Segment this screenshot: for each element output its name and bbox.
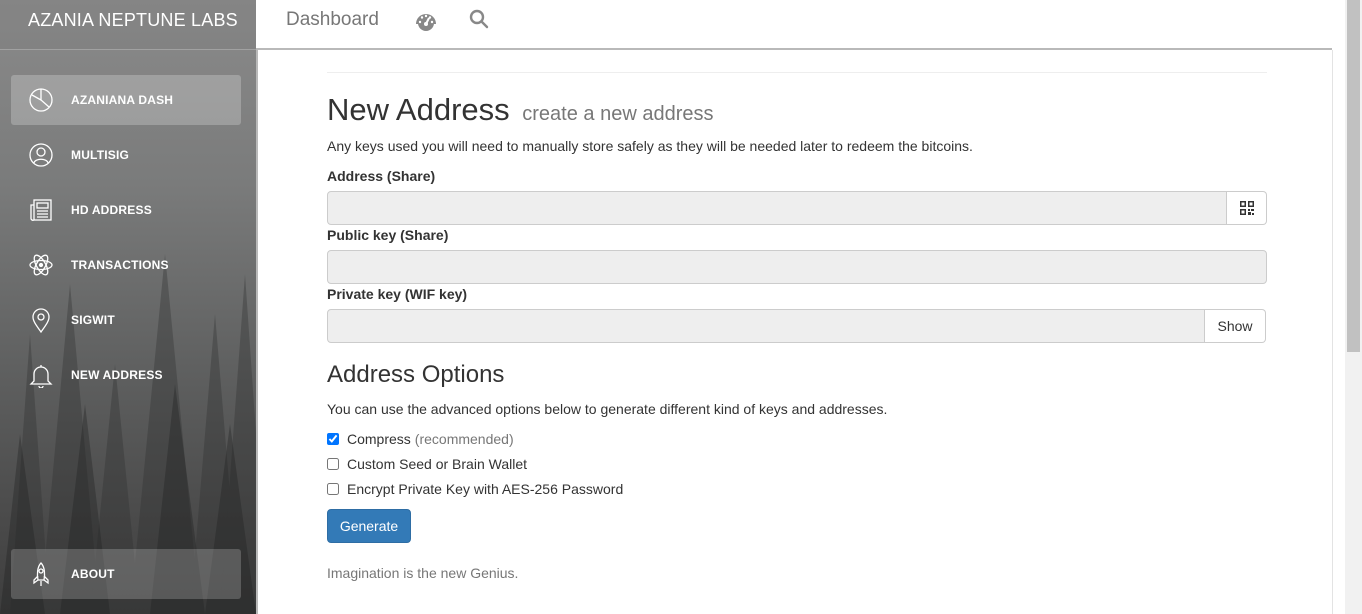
sidebar-item-about[interactable]: ABOUT — [11, 549, 241, 599]
sidebar-item-transactions[interactable]: TRANSACTIONS — [11, 240, 241, 290]
sidebar-item-hd-address[interactable]: HD ADDRESS — [11, 185, 241, 235]
qr-code-button[interactable] — [1227, 191, 1267, 225]
show-private-key-button[interactable]: Show — [1205, 309, 1266, 343]
compress-label: Compress — [347, 431, 411, 447]
private-key-field[interactable] — [327, 309, 1205, 343]
address-input-group — [327, 191, 1267, 225]
custom-seed-option[interactable]: Custom Seed or Brain Wallet — [327, 456, 527, 472]
public-key-input-group — [327, 250, 1267, 284]
compress-note: (recommended) — [414, 431, 514, 447]
custom-seed-label: Custom Seed or Brain Wallet — [347, 456, 527, 472]
main-content: New Address create a new address Any key… — [256, 50, 1332, 614]
qr-code-icon — [1239, 201, 1254, 215]
divider — [327, 72, 1267, 73]
public-key-label: Public key (Share) — [327, 227, 449, 243]
newspaper-icon — [28, 197, 54, 223]
custom-seed-checkbox[interactable] — [327, 458, 339, 470]
address-options-heading: Address Options — [327, 361, 505, 388]
compress-option[interactable]: Compress (recommended) — [327, 431, 514, 447]
sidebar: AZANIA NEPTUNE LABS AZANIANA DASH MULTIS… — [0, 0, 256, 614]
atom-icon — [28, 252, 54, 278]
sidebar-item-label: AZANIANA DASH — [71, 93, 174, 107]
sidebar-item-azaniana-dash[interactable]: AZANIANA DASH — [11, 75, 241, 125]
sidebar-item-label: ABOUT — [71, 567, 115, 581]
encrypt-option[interactable]: Encrypt Private Key with AES-256 Passwor… — [327, 481, 623, 497]
sidebar-item-new-address[interactable]: NEW ADDRESS — [11, 350, 241, 400]
page-title[interactable]: Dashboard — [286, 9, 379, 31]
sidebar-item-label: NEW ADDRESS — [71, 368, 163, 382]
address-label: Address (Share) — [327, 168, 436, 184]
brand-title[interactable]: AZANIA NEPTUNE LABS — [0, 0, 256, 50]
map-pin-icon — [28, 307, 54, 333]
footer-note: Imagination is the new Genius. — [327, 565, 519, 581]
page-subheading: create a new address — [522, 103, 714, 125]
page-heading-text: New Address — [327, 92, 510, 127]
sidebar-nav: AZANIANA DASH MULTISIG HD ADDRESS TRANSA… — [11, 75, 241, 405]
sidebar-item-label: HD ADDRESS — [71, 203, 152, 217]
compress-checkbox[interactable] — [327, 433, 339, 445]
dashboard-gauge-icon[interactable] — [415, 9, 437, 31]
top-navbar: Dashboard — [256, 0, 1332, 50]
scrollbar-thumb[interactable] — [1347, 0, 1360, 352]
bell-icon — [28, 362, 54, 388]
sidebar-item-label: SIGWIT — [71, 313, 115, 327]
encrypt-label: Encrypt Private Key with AES-256 Passwor… — [347, 481, 624, 497]
pie-chart-icon — [28, 87, 54, 113]
sidebar-item-multisig[interactable]: MULTISIG — [11, 130, 241, 180]
public-key-field[interactable] — [327, 250, 1267, 284]
search-icon[interactable] — [469, 9, 489, 29]
encrypt-checkbox[interactable] — [327, 483, 339, 495]
content-panel-edge — [1332, 50, 1345, 614]
rocket-icon — [28, 561, 54, 587]
private-key-input-group: Show — [327, 309, 1266, 343]
page-scrollbar[interactable] — [1345, 0, 1362, 614]
address-field[interactable] — [327, 191, 1227, 225]
user-circle-icon — [28, 142, 54, 168]
page-heading: New Address create a new address — [327, 92, 714, 128]
generate-button[interactable]: Generate — [327, 509, 411, 543]
private-key-label: Private key (WIF key) — [327, 286, 468, 302]
sidebar-item-label: MULTISIG — [71, 148, 130, 162]
address-options-description: You can use the advanced options below t… — [327, 401, 888, 417]
sidebar-item-sigwit[interactable]: SIGWIT — [11, 295, 241, 345]
intro-text: Any keys used you will need to manually … — [327, 138, 973, 154]
sidebar-item-label: TRANSACTIONS — [71, 258, 169, 272]
